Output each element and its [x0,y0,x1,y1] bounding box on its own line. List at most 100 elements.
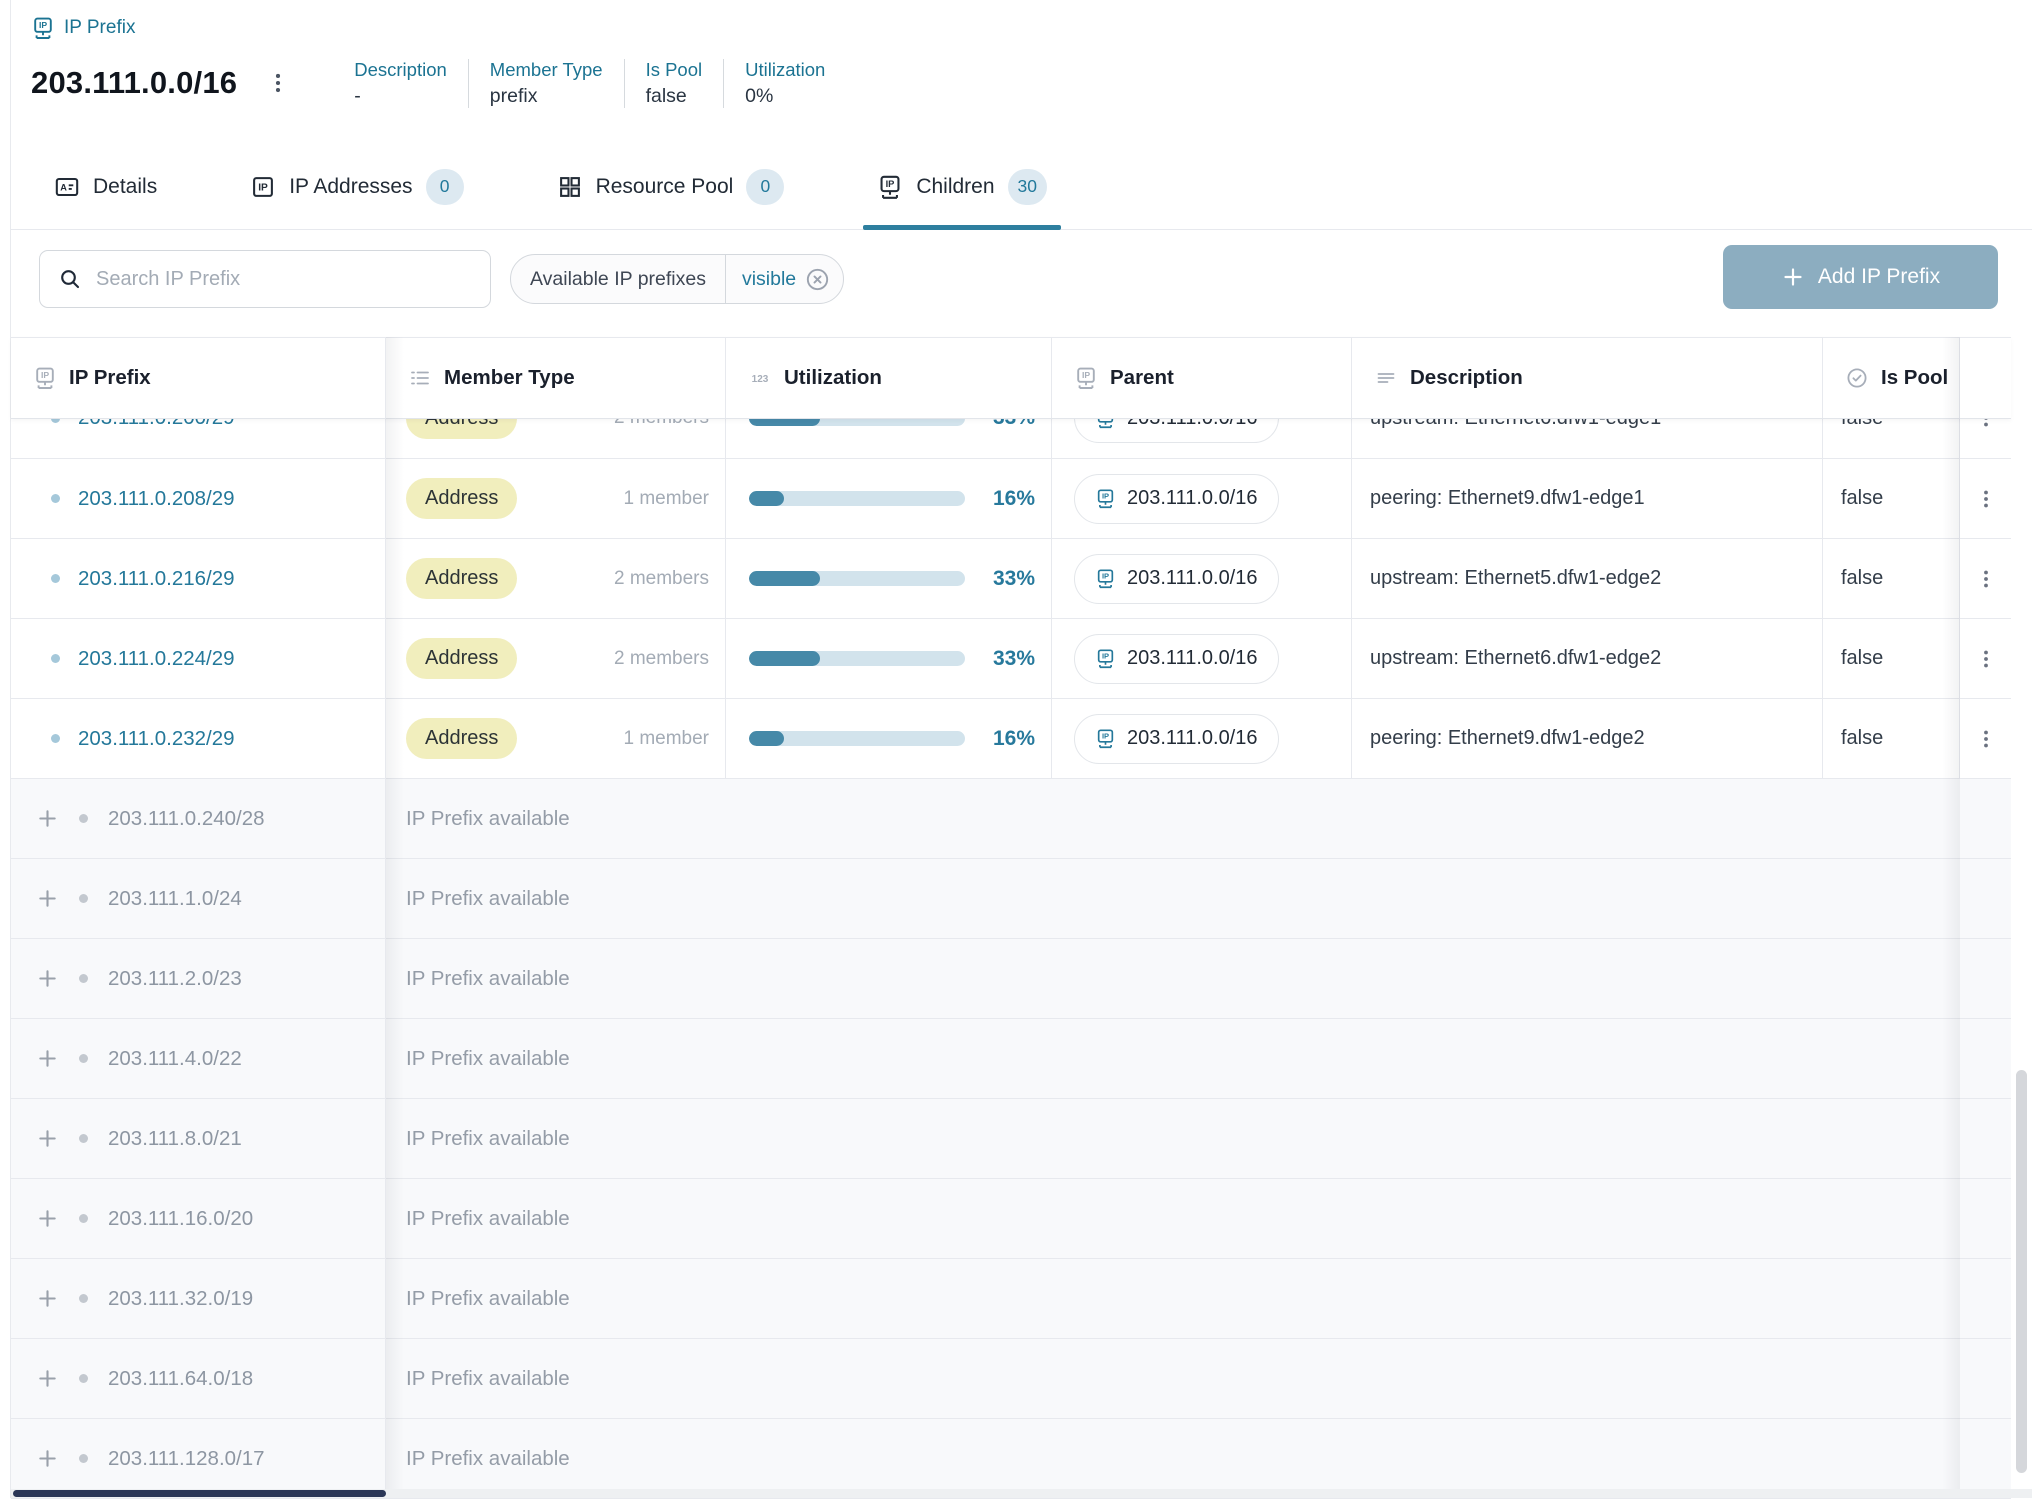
meta-label: Is Pool [646,59,703,81]
utilization-cell: 16% [726,459,1052,538]
prefix-status-dot [79,1054,88,1063]
tab-details[interactable]: A Details [40,144,171,229]
ip-prefix-link[interactable]: 203.111.0.232/29 [78,727,235,751]
tab-count-badge: 30 [1008,169,1047,205]
add-available-prefix-icon[interactable] [36,1287,59,1310]
ip-prefix-icon: IP [1095,488,1116,509]
meta-value: 0% [745,85,825,108]
svg-text:IP: IP [1102,732,1109,741]
tab-children[interactable]: IP Children 30 [863,144,1061,229]
prefix-status-dot [79,894,88,903]
grid-icon [557,174,583,200]
ip-prefix-icon: IP [1095,728,1116,749]
available-prefix-row: 203.111.2.0/23IP Prefix available [11,939,2011,1019]
parent-link[interactable]: IP203.111.0.0/16 [1074,634,1279,684]
member-count: 1 member [623,488,709,510]
utilization-value: 16% [993,727,1035,751]
text-lines-icon [1374,366,1398,390]
tab-ip-addresses[interactable]: IP IP Addresses 0 [236,144,477,229]
list-icon [408,366,432,390]
add-available-prefix-icon[interactable] [36,887,59,910]
tab-label: Children [916,175,994,199]
horizontal-scrollbar-track [11,1489,2032,1498]
available-status-cell: IP Prefix available [386,939,2011,1018]
ip-prefix-link[interactable]: 203.111.0.216/29 [78,567,235,591]
ip-prefix-link[interactable]: 203.111.0.224/29 [78,647,235,671]
member-count: 2 members [614,419,709,429]
ip-prefix-icon: IP [1095,568,1116,589]
utilization-bar-fill [749,571,820,586]
ip-prefix-link[interactable]: 203.111.0.208/29 [78,487,235,511]
member-type-badge: Address [406,638,517,679]
children-table: IP IP Prefix Member Type 123 Utilization… [11,337,2011,1499]
ip-prefix-link[interactable]: 203.111.0.200/29 [78,419,235,430]
available-prefix-cell: 203.111.128.0/17 [11,1419,386,1498]
column-header-member-type[interactable]: Member Type [386,338,726,418]
utilization-cell: 33% [726,539,1052,618]
horizontal-scrollbar-thumb[interactable] [13,1490,386,1497]
column-header-description[interactable]: Description [1352,338,1823,418]
ip-prefix-detail-panel: IP IP Prefix 203.111.0.0/16 Description … [10,0,2032,1498]
row-actions-cell [1960,419,2011,458]
available-prefix-cell: 203.111.1.0/24 [11,859,386,938]
member-type-badge: Address [406,558,517,599]
member-type-cell: Address2 members [386,619,726,698]
vertical-scrollbar-thumb[interactable] [2016,1070,2027,1473]
add-available-prefix-icon[interactable] [36,1367,59,1390]
id-card-icon: A [54,174,80,200]
available-prefix-label: 203.111.0.240/28 [108,807,265,831]
table-body: 203.111.0.200/29Address2 members33%IP203… [11,419,2011,1499]
column-header-is-pool[interactable]: Is Pool [1823,338,1960,418]
utilization-bar [749,419,965,426]
row-actions-cell [1960,459,2011,538]
close-circle-icon[interactable] [804,266,831,293]
available-prefix-label: 203.111.64.0/18 [108,1367,253,1391]
parent-link[interactable]: IP203.111.0.0/16 [1074,714,1279,764]
member-type-cell: Address1 member [386,459,726,538]
column-label: Member Type [444,366,575,390]
row-kebab-menu-icon[interactable] [1974,647,1998,671]
add-available-prefix-icon[interactable] [36,807,59,830]
title-kebab-menu-icon[interactable] [265,70,291,96]
available-prefix-row: 203.111.1.0/24IP Prefix available [11,859,2011,939]
add-ip-prefix-button[interactable]: Add IP Prefix [1723,245,1998,309]
row-kebab-menu-icon[interactable] [1974,727,1998,751]
prefix-status-dot [51,419,60,423]
utilization-bar-fill [749,651,820,666]
meta-label: Description [354,59,447,81]
row-kebab-menu-icon[interactable] [1974,567,1998,591]
available-prefix-label: 203.111.128.0/17 [108,1447,265,1471]
prefix-status-dot [51,654,60,663]
column-header-parent[interactable]: IP Parent [1052,338,1352,418]
row-actions-cell [1960,539,2011,618]
tab-resource-pool[interactable]: Resource Pool 0 [543,144,799,229]
tab-label: IP Addresses [289,175,412,199]
row-actions-cell [1960,619,2011,698]
breadcrumb-label[interactable]: IP Prefix [64,17,135,39]
parent-cell: IP203.111.0.0/16 [1052,699,1352,778]
add-available-prefix-icon[interactable] [36,1447,59,1470]
filter-chip[interactable]: Available IP prefixes visible [510,254,844,304]
add-available-prefix-icon[interactable] [36,1207,59,1230]
row-kebab-menu-icon[interactable] [1974,487,1998,511]
column-header-utilization[interactable]: 123 Utilization [726,338,1052,418]
prefix-status-dot [79,1214,88,1223]
available-prefix-row: 203.111.128.0/17IP Prefix available [11,1419,2011,1499]
add-available-prefix-icon[interactable] [36,967,59,990]
svg-text:IP: IP [1102,419,1109,420]
description-cell: upstream: Ethernet5.dfw1-edge2 [1352,539,1823,618]
parent-link[interactable]: IP203.111.0.0/16 [1074,474,1279,524]
parent-link[interactable]: IP203.111.0.0/16 [1074,554,1279,604]
available-prefix-cell: 203.111.8.0/21 [11,1099,386,1178]
parent-link[interactable]: IP203.111.0.0/16 [1074,419,1279,443]
is-pool-cell: false [1823,699,1960,778]
search-input[interactable] [96,268,472,291]
prefix-status-dot [51,574,60,583]
row-kebab-menu-icon[interactable] [1974,419,1998,430]
svg-text:IP: IP [1102,492,1109,501]
member-type-cell: Address2 members [386,539,726,618]
ip-prefix-cell: 203.111.0.208/29 [11,459,386,538]
add-available-prefix-icon[interactable] [36,1127,59,1150]
column-header-ip-prefix[interactable]: IP IP Prefix [11,338,386,418]
add-available-prefix-icon[interactable] [36,1047,59,1070]
